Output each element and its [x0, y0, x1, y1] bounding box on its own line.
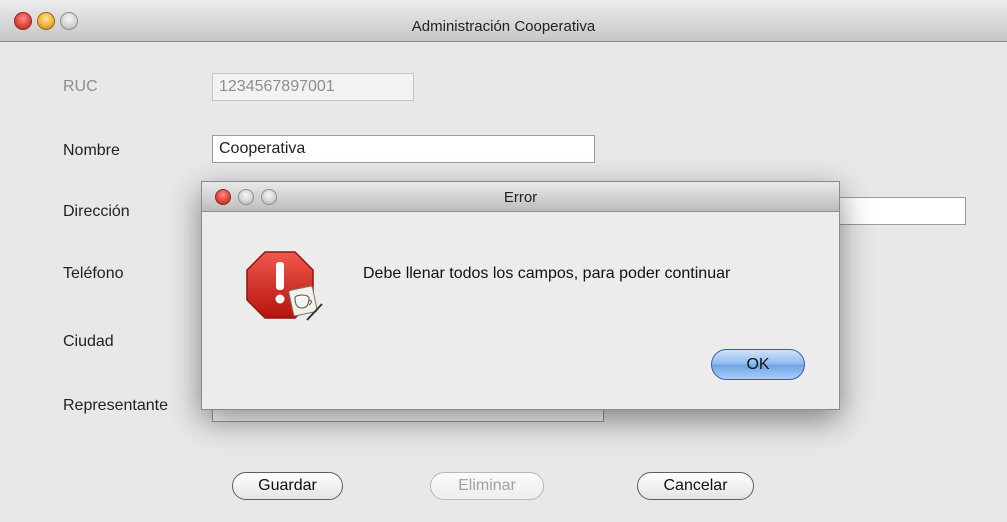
eliminar-button[interactable]: Eliminar: [430, 472, 544, 500]
error-dialog: Error Debe llenar todos los campos, para…: [201, 181, 840, 410]
representante-label: Representante: [63, 397, 168, 414]
dialog-titlebar: Error: [202, 182, 839, 212]
ciudad-label: Ciudad: [63, 333, 114, 350]
guardar-button[interactable]: Guardar: [232, 472, 343, 500]
nombre-label: Nombre: [63, 142, 120, 159]
error-message: Debe llenar todos los campos, para poder…: [363, 265, 731, 282]
main-titlebar: Administración Cooperativa: [0, 0, 1007, 42]
dialog-title: Error: [503, 189, 538, 206]
stop-warning-icon: [246, 251, 323, 321]
cancelar-button[interactable]: Cancelar: [637, 472, 754, 500]
ruc-label: RUC: [63, 78, 98, 95]
ok-button[interactable]: OK: [711, 349, 805, 380]
window-title: Administración Cooperativa: [411, 18, 596, 35]
ruc-field[interactable]: 1234567897001: [212, 73, 414, 101]
nombre-field[interactable]: Cooperativa: [212, 135, 595, 163]
telefono-label: Teléfono: [63, 265, 124, 282]
direccion-label: Dirección: [63, 203, 130, 220]
